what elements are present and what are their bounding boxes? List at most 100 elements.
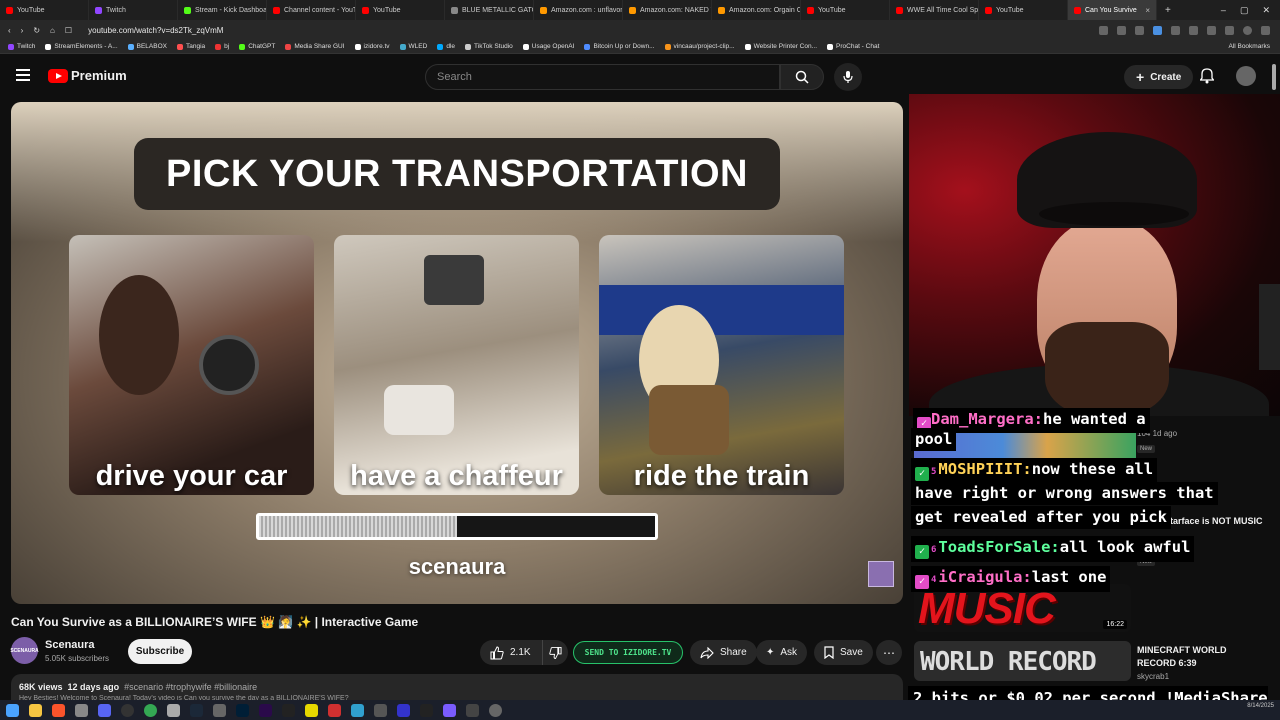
recommendation-thumbnail[interactable]: WORLD RECORD [914, 641, 1131, 681]
bookmark-item[interactable]: BELABOX [127, 43, 167, 50]
app-icon[interactable] [351, 703, 364, 717]
app-icon[interactable] [75, 703, 88, 717]
star-icon[interactable] [1135, 25, 1144, 35]
bookmark-item[interactable]: izidore.tv [354, 43, 390, 50]
bookmark-item[interactable]: Website Printer Con... [744, 43, 817, 50]
notifications-button[interactable] [1199, 68, 1215, 84]
bookmark-item[interactable]: vincaau/project-clip... [664, 43, 735, 50]
download-icon[interactable] [1225, 25, 1234, 35]
browser-tab[interactable]: YouTube [801, 0, 890, 20]
all-bookmarks-button[interactable]: All Bookmarks [1228, 43, 1280, 50]
zoom-icon[interactable] [1099, 25, 1108, 35]
browser-tab[interactable]: YouTube [356, 0, 445, 20]
browser-tab[interactable]: Can You Survive × [1068, 0, 1157, 20]
browser-tab[interactable]: Amazon.com: NAKED W [623, 0, 712, 20]
minimize-icon[interactable]: – [1221, 5, 1226, 16]
like-button[interactable]: 2.1K [480, 640, 542, 665]
dislike-button[interactable] [542, 640, 568, 665]
bookmark-item[interactable]: Usage OpenAI [522, 43, 574, 50]
url-field[interactable]: youtube.com/watch?v=ds2Tk_zqVmM [88, 26, 223, 35]
recommendation-title[interactable]: MINECRAFT WORLD RECORD 6:39 [1137, 644, 1267, 670]
bookmark-item[interactable]: Bitcoin Up or Down... [584, 43, 655, 50]
channel-name[interactable]: Scenaura [45, 639, 95, 651]
app-icon[interactable] [213, 703, 226, 717]
channel-avatar[interactable]: SCENAURA [10, 637, 39, 664]
ask-button[interactable]: ✦ Ask [756, 640, 808, 665]
browser-tab[interactable]: BLUE METALLIC GATOR [445, 0, 534, 20]
discord-icon[interactable] [98, 703, 111, 717]
brave-browser-icon[interactable] [52, 703, 65, 717]
bookmark-item[interactable]: WLED [399, 43, 427, 50]
more-actions-button[interactable]: ⋯ [876, 640, 902, 665]
browser-tab[interactable]: Amazon.com: Orgain O [712, 0, 801, 20]
browser-tab[interactable]: Twitch [89, 0, 178, 20]
kebab-menu-icon[interactable] [1261, 25, 1270, 35]
extension-icon[interactable] [1153, 25, 1162, 35]
obs-icon[interactable] [121, 703, 134, 717]
app-icon[interactable] [420, 703, 433, 717]
extension-icon[interactable] [1171, 25, 1180, 35]
bookmark-item[interactable]: ProChat - Chat [827, 43, 879, 50]
browser-tab[interactable]: YouTube [979, 0, 1068, 20]
hashtags[interactable]: #scenario #trophywife #billionaire [124, 682, 257, 692]
forward-icon[interactable]: › [21, 26, 24, 35]
create-button[interactable]: + Create [1124, 65, 1194, 89]
channel-branding-icon[interactable] [868, 561, 894, 587]
back-icon[interactable]: ‹ [8, 26, 11, 35]
extension-icon[interactable] [1189, 25, 1198, 35]
hamburger-menu-icon[interactable] [16, 69, 30, 81]
share-page-icon[interactable] [1117, 25, 1126, 35]
windows-start-icon[interactable] [6, 703, 19, 717]
video-player[interactable]: PICK YOUR TRANSPORTATION drive your car … [11, 102, 903, 604]
chrome-icon[interactable] [144, 703, 157, 717]
send-to-izidore-button[interactable]: SEND TO IZIDORE.TV [573, 641, 683, 664]
premiere-icon[interactable] [259, 703, 272, 717]
app-icon[interactable] [443, 703, 456, 717]
bookmark-item[interactable]: dle [437, 43, 455, 50]
file-explorer-icon[interactable] [29, 703, 42, 717]
bookmark-item[interactable]: TikTok Studio [465, 43, 513, 50]
search-button[interactable] [780, 64, 824, 90]
bookmark-icon[interactable]: ☐ [65, 26, 72, 35]
bookmark-item[interactable]: bj [215, 43, 229, 50]
photoshop-icon[interactable] [236, 703, 249, 717]
app-icon[interactable] [282, 703, 295, 717]
app-icon[interactable] [489, 703, 502, 717]
bookmark-item[interactable]: ChatGPT [239, 43, 275, 50]
close-window-icon[interactable]: ✕ [1262, 5, 1270, 16]
recommendation-title[interactable]: $tarface is NOT MUSIC [1165, 516, 1263, 526]
bookmark-item[interactable]: Tangia [177, 43, 205, 50]
browser-tab[interactable]: Amazon.com : unflavore [534, 0, 623, 20]
maximize-icon[interactable]: ▢ [1240, 5, 1249, 16]
steam-icon[interactable] [190, 703, 203, 717]
browser-tab[interactable]: Stream - Kick Dashboa [178, 0, 267, 20]
account-avatar[interactable] [1236, 66, 1256, 86]
browser-tab[interactable]: YouTube [0, 0, 89, 20]
app-icon[interactable] [167, 703, 180, 717]
subscribe-button[interactable]: Subscribe [128, 639, 192, 664]
youtube-logo[interactable]: Premium [48, 68, 127, 83]
app-icon[interactable] [328, 703, 341, 717]
browser-tab[interactable]: Channel content - YouT [267, 0, 356, 20]
app-icon[interactable] [305, 703, 318, 717]
app-icon[interactable] [374, 703, 387, 717]
app-icon[interactable] [397, 703, 410, 717]
share-button[interactable]: Share [690, 640, 757, 665]
close-tab-icon[interactable]: × [1145, 6, 1150, 15]
reload-icon[interactable]: ↻ [33, 26, 40, 35]
save-button[interactable]: Save [814, 640, 873, 665]
app-icon[interactable] [466, 703, 479, 717]
profile-icon[interactable] [1243, 25, 1252, 35]
scrollbar-thumb[interactable] [1272, 64, 1276, 90]
bookmark-item[interactable]: Media Share GUI [285, 43, 345, 50]
browser-tab[interactable]: WWE All Time Cool Spe [890, 0, 979, 20]
new-tab-icon[interactable]: + [1157, 5, 1179, 16]
sidebar-icon[interactable] [1207, 25, 1216, 35]
home-icon[interactable]: ⌂ [50, 26, 55, 35]
recommendation-channel[interactable]: skycrab1 [1137, 672, 1169, 681]
bookmark-item[interactable]: Twitch [8, 43, 35, 50]
search-input[interactable]: Search [425, 64, 780, 90]
bookmark-item[interactable]: StreamElements - A... [45, 43, 118, 50]
voice-search-button[interactable] [834, 63, 862, 91]
system-tray-date[interactable]: 8/14/2025 [1247, 703, 1274, 710]
